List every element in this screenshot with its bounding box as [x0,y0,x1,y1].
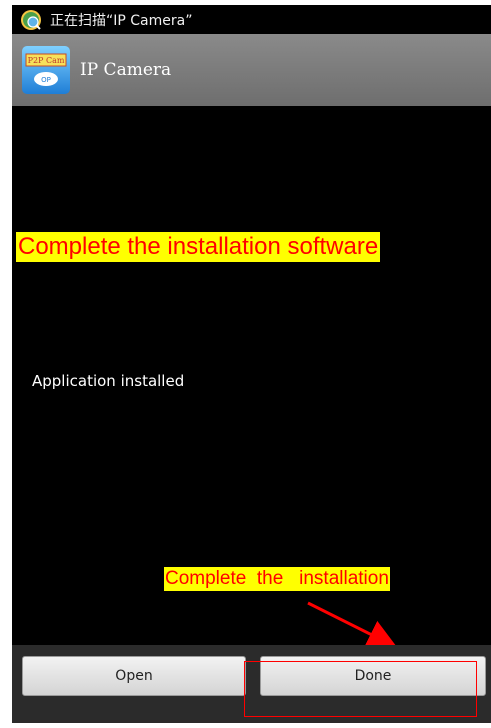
install-status-message: Application installed [32,372,185,390]
app-title: IP Camera [80,60,172,80]
open-button[interactable]: Open [22,656,246,696]
status-bar: 正在扫描“IP Camera” [12,5,491,34]
done-button[interactable]: Done [260,656,486,696]
scan-app-icon [21,9,41,30]
button-bar: Open Done [12,645,491,723]
app-icon-text-bottom: OP [41,76,51,84]
p2pcam-app-icon: P2P Cam OP [22,46,70,94]
android-screen: 正在扫描“IP Camera” P2P Cam OP IP Camera Com… [12,5,491,723]
app-header: P2P Cam OP IP Camera [12,34,491,106]
status-bar-text: 正在扫描“IP Camera” [50,12,193,29]
app-icon-text-top: P2P Cam [28,56,65,65]
annotation-complete-software: Complete the installation software [16,232,381,262]
annotation-arrow-icon [307,601,398,648]
annotation-complete-installation: Complete the installation [164,567,390,591]
